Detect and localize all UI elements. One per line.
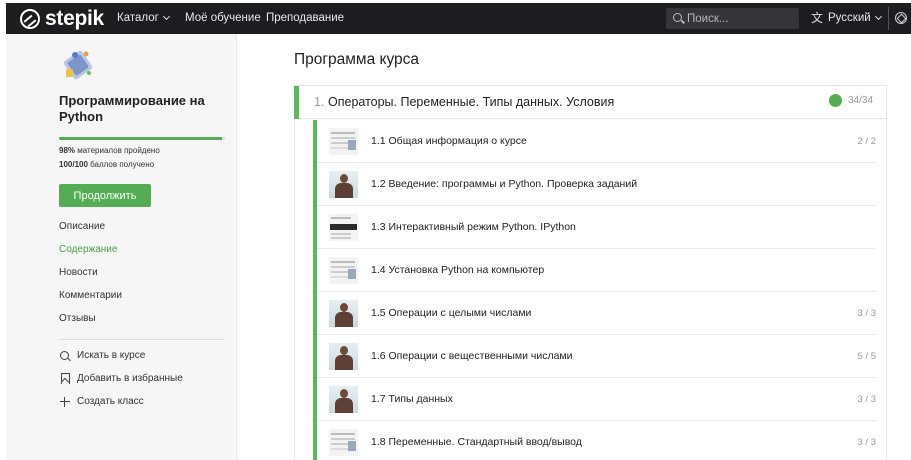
module-progress-bar bbox=[294, 86, 299, 119]
menu-item-description[interactable]: Описание bbox=[59, 220, 122, 243]
bookmark-icon bbox=[59, 373, 71, 385]
stepik-logo[interactable]: stepik bbox=[20, 8, 104, 30]
course-sidebar: Программирование на Python 98% материало… bbox=[6, 34, 237, 460]
nav-catalog-label: Каталог bbox=[117, 12, 159, 24]
search-icon bbox=[673, 13, 682, 22]
module-title: Операторы. Переменные. Типы данных. Усло… bbox=[328, 95, 615, 109]
lesson-progress-bar bbox=[313, 421, 317, 460]
lesson-progress-bar bbox=[313, 378, 317, 421]
compass-icon[interactable] bbox=[895, 12, 907, 24]
lesson-row[interactable]: 1.2 Введение: программы и Python. Провер… bbox=[295, 163, 886, 206]
lesson-row[interactable]: 1.8 Переменные. Стандартный ввод/вывод 3 … bbox=[295, 421, 886, 460]
lesson-title: 1.6 Операции с вещественными числами bbox=[371, 350, 573, 362]
lesson-progress-bar bbox=[313, 335, 317, 378]
create-class-action[interactable]: Создать класс bbox=[59, 395, 183, 418]
divider bbox=[888, 7, 889, 30]
plus-icon bbox=[59, 396, 71, 408]
lesson-list: 1.1 Общая информация о курсе 2 / 2 1.2 Вве… bbox=[295, 120, 886, 460]
search-input[interactable] bbox=[687, 11, 792, 26]
logo-text: stepik bbox=[45, 7, 104, 30]
lesson-progress-bar bbox=[313, 249, 317, 292]
translate-icon: 文 bbox=[811, 11, 824, 25]
lesson-title: 1.5 Операции с целыми числами bbox=[371, 307, 532, 319]
top-navbar: stepik Каталог Моё обучение Преподавание… bbox=[6, 3, 911, 34]
lesson-score: 3 / 3 bbox=[857, 437, 877, 448]
module-complete-icon bbox=[829, 94, 842, 107]
lesson-row[interactable]: 1.6 Операции с вещественными числами 5 / … bbox=[295, 335, 886, 378]
lesson-row[interactable]: 1.3 Интерактивный режим Python. IPython bbox=[295, 206, 886, 249]
lesson-thumbnail bbox=[329, 171, 358, 198]
lesson-title: 1.1 Общая информация о курсе bbox=[371, 135, 527, 147]
lesson-thumbnail bbox=[329, 429, 358, 456]
materials-stat: 98% материалов пройдено bbox=[59, 146, 160, 155]
module-card: 1. Операторы. Переменные. Типы данных. У… bbox=[294, 85, 887, 460]
nav-my-learning[interactable]: Моё обучение bbox=[185, 11, 261, 26]
lesson-thumbnail bbox=[329, 128, 358, 155]
points-value: 100/100 bbox=[59, 160, 88, 169]
menu-item-comments[interactable]: Комментарии bbox=[59, 289, 122, 312]
search-box[interactable] bbox=[666, 8, 799, 29]
continue-button[interactable]: Продолжить bbox=[59, 184, 151, 207]
lesson-progress-bar bbox=[313, 163, 317, 206]
lesson-title: 1.4 Установка Python на компьютер bbox=[371, 264, 545, 276]
lesson-score: 3 / 3 bbox=[857, 394, 877, 405]
nav-teaching[interactable]: Преподавание bbox=[266, 11, 344, 26]
course-actions: Искать в курсе Добавить в избранные Созд… bbox=[59, 349, 183, 418]
search-icon bbox=[59, 350, 71, 362]
lesson-thumbnail bbox=[329, 300, 358, 327]
stepik-logo-icon bbox=[20, 9, 40, 29]
lesson-title: 1.7 Типы данных bbox=[371, 393, 453, 405]
lesson-title: 1.3 Интерактивный режим Python. IPython bbox=[371, 221, 576, 233]
lesson-row[interactable]: 1.5 Операции с целыми числами 3 / 3 bbox=[295, 292, 886, 335]
chevron-down-icon bbox=[162, 12, 170, 21]
course-title: Программирование на Python bbox=[59, 93, 205, 124]
page-title: Программа курса bbox=[294, 51, 420, 68]
course-logo-icon bbox=[63, 50, 93, 80]
lesson-progress-bar bbox=[313, 292, 317, 335]
lesson-progress-bar bbox=[313, 120, 317, 163]
lesson-score: 2 / 2 bbox=[857, 136, 877, 147]
materials-text: материалов пройдено bbox=[77, 146, 160, 155]
module-progress-count: 34/34 bbox=[848, 95, 874, 106]
menu-item-news[interactable]: Новости bbox=[59, 266, 122, 289]
menu-item-contents[interactable]: Содержание bbox=[59, 243, 122, 266]
menu-item-reviews[interactable]: Отзывы bbox=[59, 312, 122, 335]
course-progress-fill bbox=[59, 137, 222, 140]
module-header[interactable]: 1. Операторы. Переменные. Типы данных. У… bbox=[294, 86, 886, 119]
chevron-down-icon bbox=[874, 12, 882, 21]
lesson-title: 1.2 Введение: программы и Python. Провер… bbox=[371, 178, 638, 190]
language-selector[interactable]: 文 Русский bbox=[811, 11, 882, 26]
lesson-title: 1.8 Переменные. Стандартный ввод/вывод bbox=[371, 436, 582, 448]
lesson-score: 3 / 3 bbox=[857, 308, 877, 319]
lesson-score: 5 / 5 bbox=[857, 351, 877, 362]
search-in-course-action[interactable]: Искать в курсе bbox=[59, 349, 183, 372]
lesson-thumbnail bbox=[329, 257, 358, 284]
module-number: 1. bbox=[314, 95, 325, 109]
points-text: баллов получено bbox=[90, 160, 155, 169]
lesson-row[interactable]: 1.1 Общая информация о курсе 2 / 2 bbox=[295, 120, 886, 163]
lesson-thumbnail bbox=[329, 214, 358, 241]
lesson-row[interactable]: 1.7 Типы данных 3 / 3 bbox=[295, 378, 886, 421]
action-label: Добавить в избранные bbox=[77, 373, 183, 384]
add-to-favorites-action[interactable]: Добавить в избранные bbox=[59, 372, 183, 395]
points-stat: 100/100 баллов получено bbox=[59, 160, 154, 169]
lesson-row[interactable]: 1.4 Установка Python на компьютер bbox=[295, 249, 886, 292]
course-menu: Описание Содержание Новости Комментарии … bbox=[59, 220, 122, 335]
lesson-thumbnail bbox=[329, 386, 358, 413]
nav-catalog[interactable]: Каталог bbox=[117, 11, 170, 26]
sidebar-divider bbox=[59, 339, 225, 340]
language-label: Русский bbox=[828, 12, 871, 24]
materials-percent: 98% bbox=[59, 146, 76, 155]
action-label: Искать в курсе bbox=[77, 350, 146, 361]
action-label: Создать класс bbox=[77, 396, 144, 407]
lesson-thumbnail bbox=[329, 343, 358, 370]
course-progress-bar bbox=[59, 137, 225, 140]
lesson-progress-bar bbox=[313, 206, 317, 249]
